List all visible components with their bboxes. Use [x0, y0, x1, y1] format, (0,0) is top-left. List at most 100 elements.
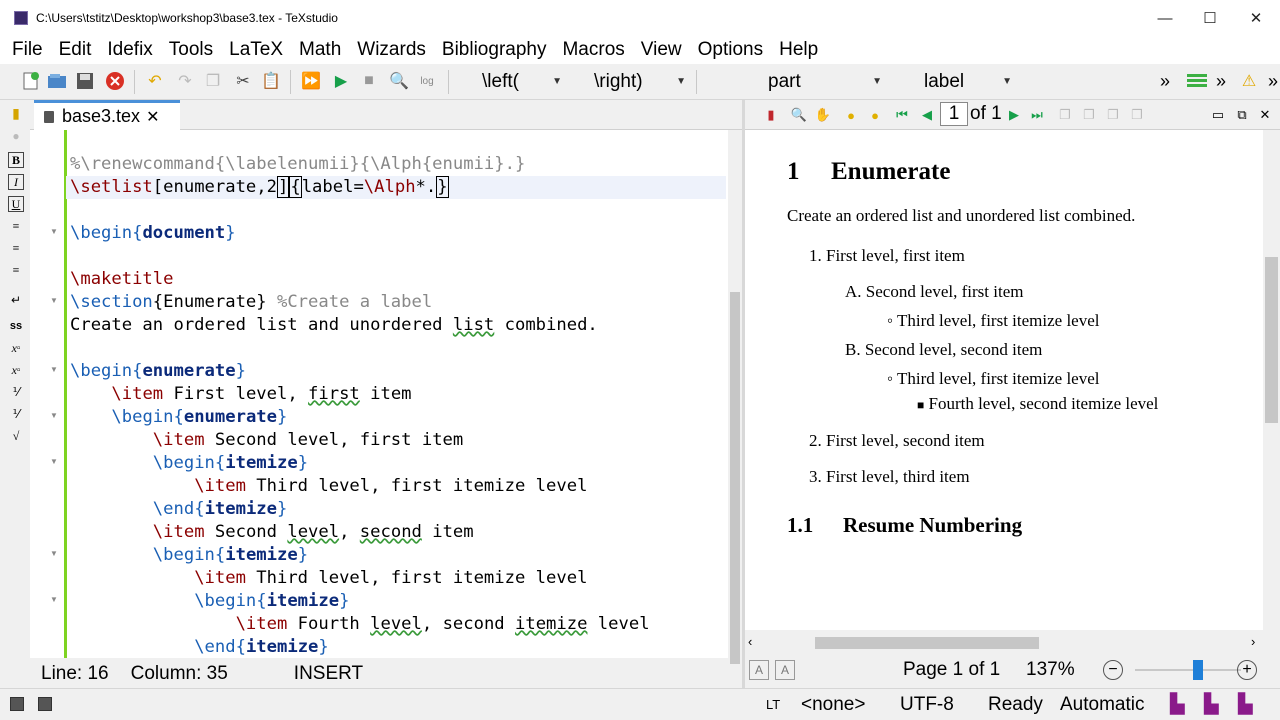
menu-math[interactable]: Math: [299, 39, 341, 61]
code-line[interactable]: \begin{enumerate}: [70, 360, 726, 383]
maximize-button[interactable]: ☐: [1187, 0, 1233, 36]
new-file-icon[interactable]: [20, 70, 42, 92]
previous-page-icon[interactable]: ◀: [918, 106, 936, 124]
scroll-right-icon[interactable]: ›: [1251, 634, 1255, 649]
preview-horizontal-scrollbar[interactable]: ‹ ›: [745, 632, 1263, 654]
fraction-icon[interactable]: ⅟: [8, 384, 24, 400]
code-line[interactable]: \end{itemize}: [70, 498, 726, 521]
pdf-file-icon[interactable]: ▮: [762, 106, 780, 124]
hand-icon[interactable]: ✋: [814, 106, 832, 124]
save-icon[interactable]: [74, 70, 96, 92]
code-line[interactable]: \setlist[enumerate,2] {label=\Alph*.}: [66, 176, 726, 199]
sync-reverse-icon[interactable]: A: [775, 660, 795, 680]
subscript-icon[interactable]: x ▫: [8, 340, 24, 356]
code-line[interactable]: \begin{itemize}: [70, 544, 726, 567]
zoom-slider[interactable]: [1135, 660, 1241, 680]
section-sign-icon[interactable]: ss: [8, 318, 24, 334]
zoom-slider-thumb[interactable]: [1192, 660, 1203, 680]
newline-icon[interactable]: ↵: [8, 292, 24, 308]
menu-tools[interactable]: Tools: [169, 39, 213, 61]
code-line[interactable]: \item First level, first item: [70, 383, 726, 406]
code-line[interactable]: \begin{document}: [70, 222, 726, 245]
toggle-messages-icon[interactable]: [38, 697, 52, 711]
code-line[interactable]: \begin{enumerate}: [70, 406, 726, 429]
underline-icon[interactable]: U: [8, 196, 24, 212]
copy-icon[interactable]: ❐: [202, 70, 224, 92]
code-line[interactable]: [70, 337, 726, 360]
toolbar-overflow-button-3[interactable]: »: [1262, 70, 1280, 92]
zoom-level[interactable]: 137%: [1026, 659, 1075, 681]
code-line[interactable]: \end{itemize}: [70, 636, 726, 658]
fold-icon[interactable]: ▼: [50, 549, 60, 558]
magic-comment-icon-2[interactable]: ▙: [1204, 693, 1219, 716]
first-page-icon[interactable]: ⏮: [893, 106, 911, 124]
fit-page-icon[interactable]: ❐: [1080, 106, 1098, 124]
stop-icon[interactable]: ■: [358, 70, 380, 92]
menu-file[interactable]: File: [12, 39, 43, 61]
editor-vertical-scrollbar[interactable]: [728, 130, 742, 664]
language-tool-icon[interactable]: LT: [766, 697, 780, 712]
code-line[interactable]: \begin{itemize}: [70, 452, 726, 475]
menu-macros[interactable]: Macros: [562, 39, 624, 61]
sync-icon[interactable]: A: [749, 660, 769, 680]
code-line[interactable]: \item Third level, first itemize level: [70, 567, 726, 590]
fold-icon[interactable]: ▼: [50, 227, 60, 236]
part-combo[interactable]: part ▼: [706, 70, 882, 94]
fold-icon[interactable]: ▼: [50, 365, 60, 374]
fold-icon[interactable]: ▼: [50, 457, 60, 466]
code-line[interactable]: \section{Enumerate} %Create a label: [70, 291, 726, 314]
dictionary-indicator[interactable]: <none>: [801, 694, 865, 716]
close-pane-icon[interactable]: ✕: [1256, 106, 1274, 124]
right-delimiter-combo[interactable]: \right) ▼: [580, 70, 686, 94]
scrollbar-thumb[interactable]: [1265, 257, 1278, 423]
grid-icon[interactable]: ❐: [1128, 106, 1146, 124]
label-combo[interactable]: label ▼: [896, 70, 1012, 94]
code-line[interactable]: [70, 199, 726, 222]
minimize-button[interactable]: —: [1142, 0, 1188, 36]
magic-comment-icon-3[interactable]: ▙: [1238, 693, 1253, 716]
cut-icon[interactable]: ✂: [232, 70, 254, 92]
menu-help[interactable]: Help: [779, 39, 818, 61]
next-page-icon[interactable]: ▶: [1005, 106, 1023, 124]
code-line[interactable]: \item Third level, first itemize level: [70, 475, 726, 498]
view-log-icon[interactable]: log: [416, 70, 438, 92]
last-page-icon[interactable]: ⏭: [1028, 106, 1046, 124]
menu-bibliography[interactable]: Bibliography: [442, 39, 547, 61]
sqrt-icon[interactable]: √: [8, 428, 24, 444]
toggle-structure-icon[interactable]: [10, 697, 24, 711]
fold-icon[interactable]: ▼: [50, 595, 60, 604]
zoom-in-icon[interactable]: +: [1237, 660, 1257, 680]
tab-base3-tex[interactable]: base3.tex ✕: [34, 100, 180, 130]
code-line[interactable]: Create an ordered list and unordered lis…: [70, 314, 726, 337]
code-line[interactable]: %\renewcommand{\labelenumii}{\Alph{enumi…: [70, 153, 726, 176]
code-line[interactable]: \item Fourth level, second itemize level: [70, 613, 726, 636]
bookmark-icon[interactable]: ▮: [8, 106, 24, 122]
build-and-view-icon[interactable]: ⏩: [300, 70, 322, 92]
fold-icon[interactable]: ▼: [50, 296, 60, 305]
maximize-pane-icon[interactable]: ⧉: [1233, 106, 1251, 124]
code-line[interactable]: \maketitle: [70, 268, 726, 291]
zoom-out-icon[interactable]: −: [1103, 660, 1123, 680]
magic-comment-icon[interactable]: ▙: [1170, 693, 1185, 716]
superscript-icon[interactable]: x ▫: [8, 362, 24, 378]
scrollbar-thumb[interactable]: [815, 637, 1039, 649]
code-line[interactable]: [70, 245, 726, 268]
code-editor[interactable]: ▼ ▼ ▼ ▼ ▼ ▼ ▼ %\renewcommand{\labelenumi…: [30, 130, 728, 658]
align-right-icon[interactable]: ≡: [8, 262, 24, 278]
table-icon[interactable]: [1186, 70, 1208, 92]
scrollbar-thumb[interactable]: [730, 292, 740, 664]
page-number-input[interactable]: [940, 102, 968, 126]
view-pdf-icon[interactable]: 🔍: [388, 70, 410, 92]
menu-wizards[interactable]: Wizards: [357, 39, 426, 61]
bold-icon[interactable]: B: [8, 152, 24, 168]
undock-icon[interactable]: ▭: [1209, 106, 1227, 124]
encoding-indicator[interactable]: UTF-8: [900, 694, 954, 716]
undo-icon[interactable]: ↶: [144, 70, 166, 92]
redo-icon[interactable]: ↷: [174, 70, 196, 92]
dfrac-icon[interactable]: ⅟: [8, 406, 24, 422]
close-tab-icon[interactable]: ✕: [146, 107, 159, 127]
close-window-button[interactable]: ✕: [1233, 0, 1279, 36]
preview-vertical-scrollbar[interactable]: [1263, 130, 1280, 630]
pdf-preview[interactable]: 1 Enumerate Create an ordered list and un…: [745, 130, 1263, 630]
menu-options[interactable]: Options: [698, 39, 763, 61]
